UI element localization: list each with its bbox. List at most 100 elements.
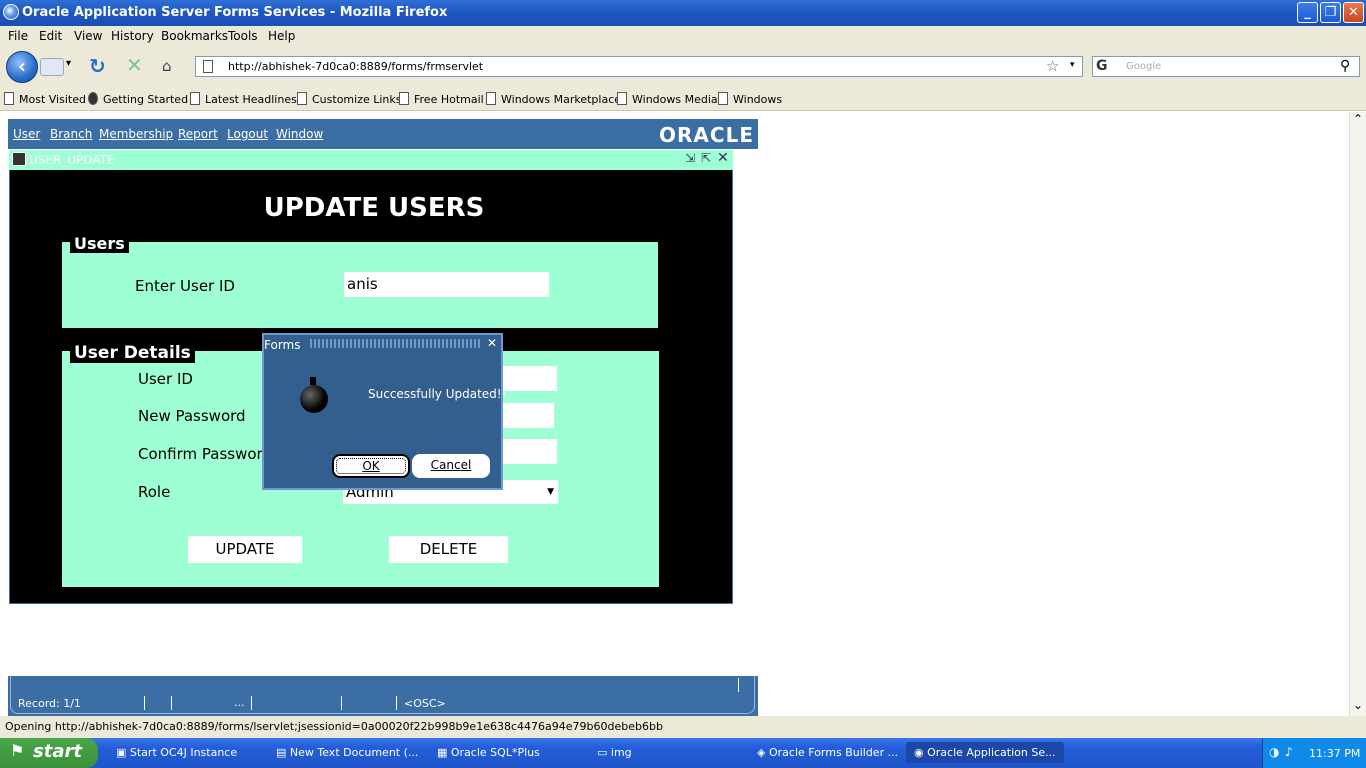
status-divider — [171, 696, 172, 710]
user-update-titlebar: USER_UPDATE ⇲ ⇱ ✕ — [9, 150, 733, 170]
browser-status-bar: Opening http://abhishek-7d0ca0:8889/form… — [0, 716, 1366, 738]
forms-window-icon — [12, 152, 26, 166]
record-indicator: Record: 1/1 — [18, 697, 81, 710]
start-button[interactable]: ⚑ start — [0, 738, 98, 768]
window-maximize-icon[interactable]: ⇱ — [701, 151, 711, 165]
title-bar: Oracle Application Server Forms Services… — [0, 0, 1366, 26]
volume-icon[interactable]: ♪ — [1285, 745, 1293, 759]
history-dropdown-icon[interactable]: ▾ — [66, 58, 71, 69]
new-password-label: New Password — [138, 407, 246, 425]
bookmark-getting-started[interactable]: Getting Started — [88, 92, 188, 106]
task-oc4j[interactable]: ▣ Start OC4J Instance — [116, 746, 237, 759]
status-divider — [341, 696, 342, 710]
star-icon[interactable]: ☆ — [1046, 57, 1059, 75]
firefox-icon — [3, 4, 19, 20]
confirm-password-label: Confirm Password — [138, 445, 272, 463]
oracle-menu-membership[interactable]: Membership — [99, 127, 173, 141]
task-img-folder[interactable]: ▭ img — [597, 746, 632, 759]
menu-edit[interactable]: Edit — [39, 29, 62, 43]
status-divider — [738, 678, 739, 692]
task-oracle-app-server[interactable]: ◉ Oracle Application Se... — [906, 742, 1064, 763]
task-sqlplus[interactable]: ▦ Oracle SQL*Plus — [437, 746, 540, 759]
update-button[interactable]: UPDATE — [188, 536, 302, 563]
network-icon[interactable]: ◑ — [1269, 745, 1279, 759]
url-bar[interactable]: http://abhishek-7d0ca0:8889/forms/frmser… — [195, 56, 1083, 77]
bell-top-icon — [310, 377, 316, 385]
scroll-up-icon[interactable]: ⌃ — [1353, 112, 1363, 126]
menu-history[interactable]: History — [111, 29, 154, 43]
menu-file[interactable]: File — [8, 29, 28, 43]
status-dots: ... — [234, 696, 245, 709]
bookmark-free-hotmail[interactable]: Free Hotmail — [399, 92, 484, 106]
page-heading: UPDATE USERS — [263, 193, 485, 223]
menu-help[interactable]: Help — [268, 29, 295, 43]
status-divider — [396, 696, 397, 710]
role-label: Role — [138, 483, 171, 501]
task-text-document[interactable]: ▤ New Text Document (... — [276, 746, 418, 759]
taskbar: ▣ Start OC4J Instance ▤ New Text Documen… — [0, 738, 1366, 768]
forward-button[interactable] — [40, 58, 64, 76]
bookmarks-bar: Most Visited Getting Started Latest Head… — [0, 87, 1366, 111]
window-close-icon[interactable]: ✕ — [717, 150, 729, 166]
oracle-menu-user[interactable]: User — [13, 127, 40, 141]
search-placeholder: Google — [1126, 61, 1162, 72]
bell-icon — [300, 385, 328, 413]
back-button[interactable]: ‹ — [6, 51, 38, 83]
bookmark-customize-links[interactable]: Customize Links — [297, 92, 402, 106]
bookmark-windows[interactable]: Windows — [718, 92, 782, 106]
users-section-label: Users — [70, 234, 129, 253]
url-text: http://abhishek-7d0ca0:8889/forms/frmser… — [228, 60, 484, 73]
delete-button[interactable]: DELETE — [389, 536, 508, 563]
system-tray: ◑ ♪ 11:37 PM — [1262, 738, 1366, 768]
vertical-scrollbar[interactable]: ⌃ ⌄ — [1349, 112, 1366, 716]
enter-user-id-input[interactable]: anis — [344, 272, 549, 297]
google-icon[interactable]: G — [1096, 58, 1108, 74]
status-divider — [144, 696, 145, 710]
dialog-title: Forms — [264, 338, 301, 352]
oracle-menu-bar: User Branch Membership Report Logout Win… — [8, 119, 758, 149]
status-text: Opening http://abhishek-7d0ca0:8889/form… — [5, 720, 663, 733]
home-icon[interactable]: ⌂ — [162, 57, 172, 75]
oracle-menu-window[interactable]: Window — [276, 127, 323, 141]
oracle-menu-branch[interactable]: Branch — [50, 127, 92, 141]
oracle-menu-report[interactable]: Report — [178, 127, 218, 141]
start-label: start — [33, 741, 82, 762]
url-dropdown-icon[interactable]: ▾ — [1070, 60, 1075, 70]
forms-status-area: Record: 1/1 ... <OSC> — [8, 676, 758, 716]
window-minimize-icon[interactable]: ⇲ — [685, 151, 695, 165]
dialog-title-stripe — [310, 339, 480, 348]
dialog-close-icon[interactable]: ✕ — [487, 336, 497, 350]
bookmark-latest-headlines[interactable]: Latest Headlines — [190, 92, 297, 106]
minimize-button[interactable]: _ — [1297, 2, 1318, 23]
status-divider — [251, 696, 252, 710]
clock: 11:37 PM — [1309, 747, 1361, 760]
dialog-message: Successfully Updated!! — [368, 387, 507, 401]
user-details-section-label: User Details — [70, 343, 195, 363]
menu-view[interactable]: View — [74, 29, 102, 43]
dialog-cancel-button[interactable]: Cancel — [412, 454, 490, 478]
bookmark-most-visited[interactable]: Most Visited — [4, 92, 86, 106]
bookmark-windows-media[interactable]: Windows Media — [617, 92, 718, 106]
window-title-text: USER_UPDATE — [29, 153, 115, 167]
stop-icon[interactable]: ✕ — [126, 53, 143, 77]
status-frame — [10, 676, 755, 714]
window-title: Oracle Application Server Forms Services… — [22, 5, 448, 20]
maximize-button[interactable]: ❐ — [1320, 2, 1341, 23]
menu-tools[interactable]: Tools — [228, 29, 258, 43]
role-dropdown-icon[interactable]: ▼ — [547, 480, 554, 504]
page-icon — [203, 60, 213, 73]
windows-flag-icon: ⚑ — [10, 741, 25, 760]
reload-icon[interactable]: ↻ — [89, 54, 106, 78]
menu-bar: File Edit View History Bookmarks Tools H… — [0, 26, 1366, 47]
task-forms-builder[interactable]: ◈ Oracle Forms Builder ... — [757, 746, 898, 759]
status-osc: <OSC> — [404, 697, 446, 710]
bookmark-windows-marketplace[interactable]: Windows Marketplace — [486, 92, 621, 106]
oracle-logo: ORACLE — [659, 123, 754, 147]
menu-bookmarks[interactable]: Bookmarks — [161, 29, 228, 43]
oracle-menu-logout[interactable]: Logout — [227, 127, 268, 141]
dialog-ok-button[interactable]: OK — [332, 454, 410, 478]
search-bar[interactable]: G Google ⚲ — [1092, 56, 1360, 77]
scroll-down-icon[interactable]: ⌄ — [1353, 698, 1363, 712]
search-icon[interactable]: ⚲ — [1340, 58, 1350, 74]
close-button[interactable]: ✕ — [1343, 2, 1364, 23]
